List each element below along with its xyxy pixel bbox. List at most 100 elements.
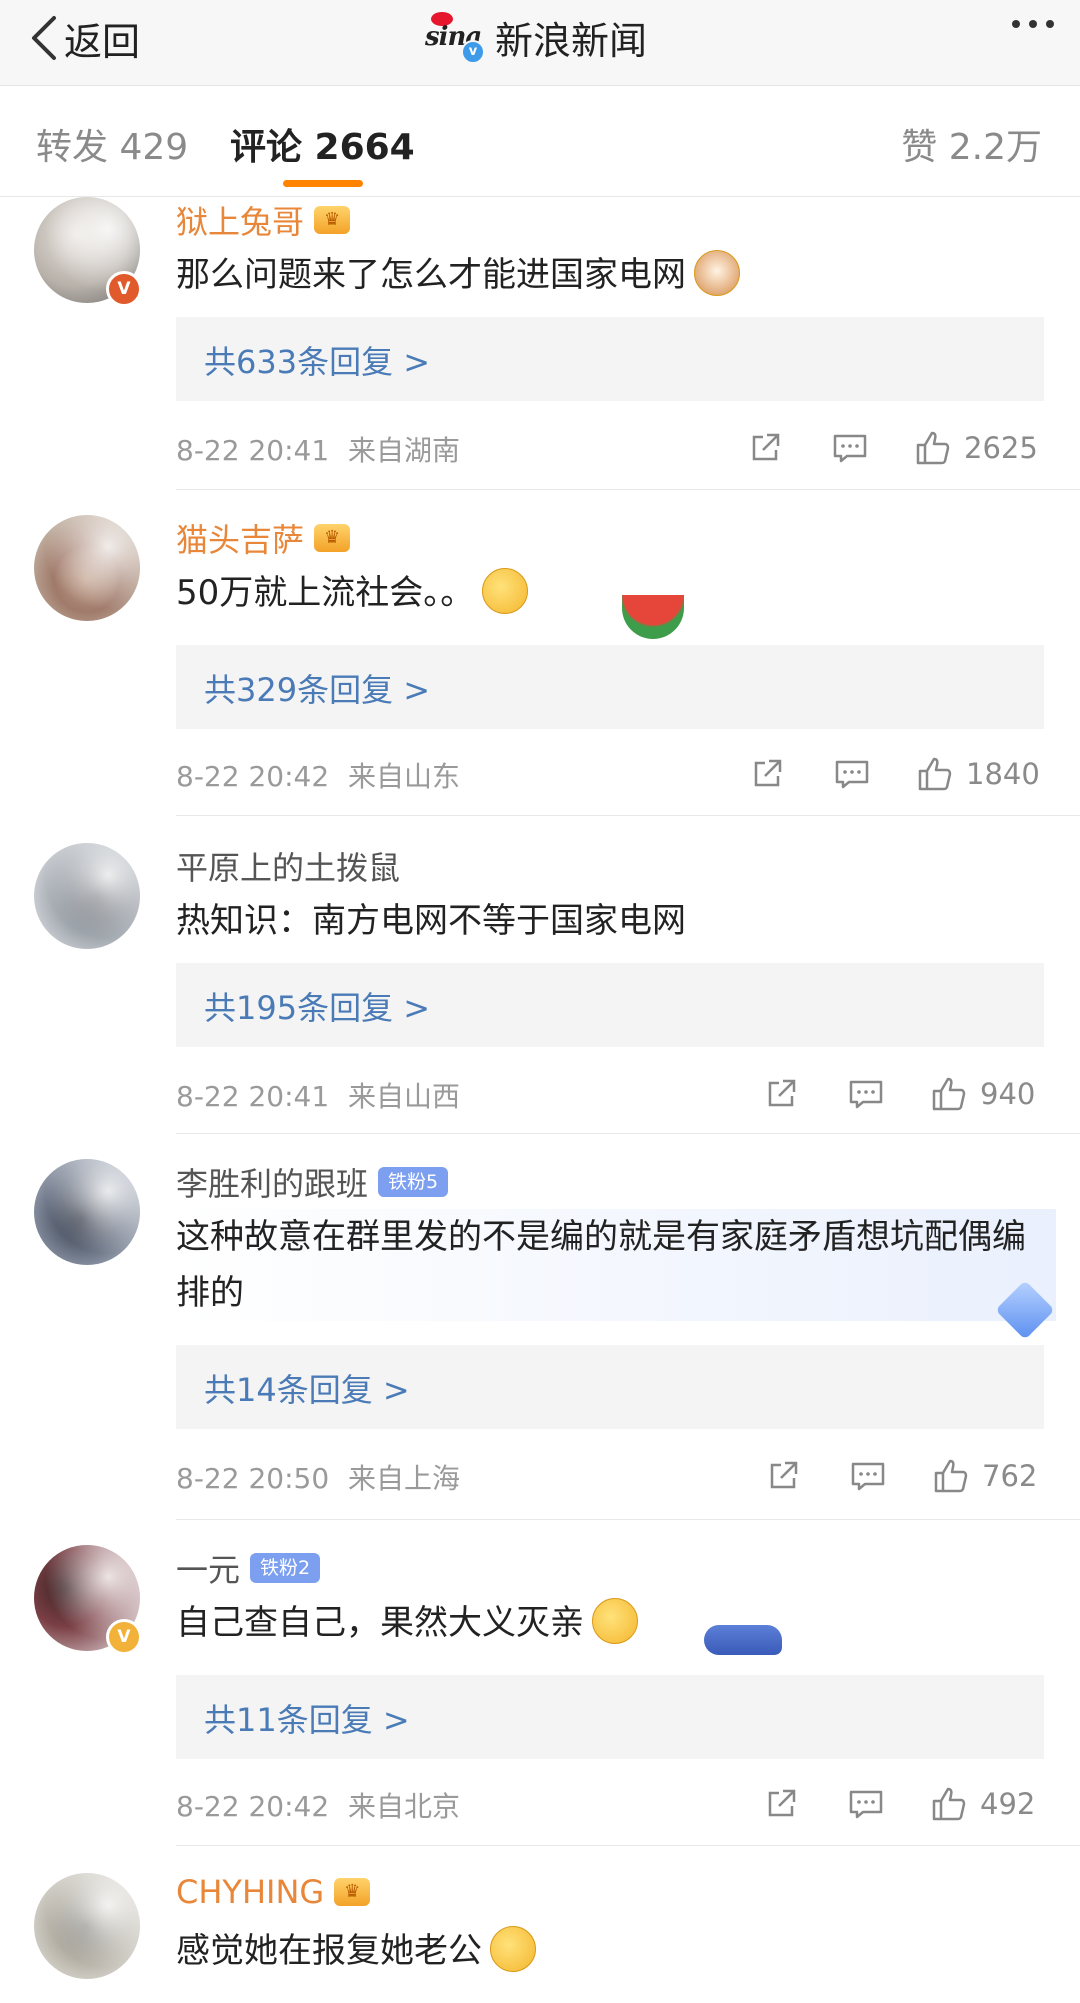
tab-comments[interactable]: 评论 2664 [230, 118, 415, 170]
share-icon [752, 433, 780, 461]
location: 来自湖南 [348, 434, 461, 467]
more-options-icon[interactable] [1012, 20, 1054, 28]
comment-icon [833, 434, 867, 463]
comment-meta: 8-22 20:42 来自北京 492 [176, 1785, 1044, 1831]
comment-button[interactable] [849, 1457, 887, 1495]
location: 来自上海 [348, 1462, 461, 1495]
divider [176, 1519, 1080, 1520]
avatar[interactable] [34, 843, 140, 949]
share-button[interactable] [762, 1785, 800, 1823]
crown-badge-icon: ♛ [314, 524, 351, 552]
share-button[interactable] [748, 755, 786, 793]
verified-badge-icon: V [106, 1619, 142, 1655]
comment-icon [849, 1080, 883, 1109]
avatar[interactable] [34, 515, 140, 621]
replies-label: 共633条回复 > [204, 343, 431, 381]
share-button[interactable] [762, 1075, 800, 1113]
laughing-tears-emoji-icon [592, 1597, 638, 1644]
comment-icon [849, 1790, 883, 1819]
like-button[interactable]: 940 [930, 1075, 1035, 1113]
sad-face-emoji-icon [490, 1925, 536, 1972]
replies-button[interactable]: 共329条回复 > [176, 645, 1044, 729]
username[interactable]: 猫头吉萨 ♛ [176, 515, 351, 561]
brand[interactable]: sina v 新浪新闻 [425, 6, 647, 68]
comment-text: 这种故意在群里发的不是编的就是有家庭矛盾想坑配偶编排的 [176, 1209, 1056, 1321]
comment-icon [835, 760, 869, 789]
active-tab-indicator [283, 180, 363, 187]
like-button[interactable]: 2625 [914, 429, 1038, 467]
cat-face-emoji-icon [694, 249, 740, 296]
replies-label: 共14条回复 > [204, 1371, 410, 1409]
whale-sticker-icon [704, 1625, 782, 1655]
timestamp: 8-22 20:41 [176, 1080, 330, 1113]
comment-text-body: 这种故意在群里发的不是编的就是有家庭矛盾想坑配偶编排的 [176, 1217, 1026, 1313]
username[interactable]: 李胜利的跟班 铁粉5 [176, 1159, 449, 1205]
like-count: 940 [980, 1077, 1036, 1111]
tab-bar: 转发 429 评论 2664 赞 2.2万 [0, 86, 1080, 197]
comment-button[interactable] [847, 1785, 885, 1823]
share-button[interactable] [746, 429, 784, 467]
divider [176, 1845, 1080, 1846]
back-button[interactable]: 返回 [26, 8, 140, 68]
comment-button[interactable] [847, 1075, 885, 1113]
share-icon [768, 1789, 796, 1817]
watermelon-sticker-icon [622, 595, 684, 639]
fan-badge: 铁粉2 [250, 1553, 321, 1583]
share-icon [754, 759, 782, 787]
divider [176, 489, 1080, 490]
share-icon [768, 1079, 796, 1107]
comment-text-body: 自己查自己，果然大义灭亲 [176, 1603, 584, 1643]
crown-badge-icon: ♛ [314, 206, 351, 234]
verified-badge-icon: V [106, 271, 142, 307]
avatar[interactable]: V [34, 197, 142, 307]
comment-meta: 8-22 20:41 来自湖南 2625 [176, 429, 1044, 475]
like-button[interactable]: 762 [932, 1457, 1037, 1495]
replies-button[interactable]: 共11条回复 > [176, 1675, 1044, 1759]
like-button[interactable]: 492 [930, 1785, 1035, 1823]
avatar[interactable]: V [34, 1545, 142, 1655]
replies-button[interactable]: 共195条回复 > [176, 963, 1044, 1047]
sina-logo: sina v [425, 8, 485, 66]
username[interactable]: 一元 铁粉2 [176, 1545, 321, 1591]
username-text: 平原上的土拨鼠 [176, 849, 401, 887]
divider [176, 815, 1080, 816]
replies-label: 共195条回复 > [204, 989, 431, 1027]
comment-text-body: 热知识：南方电网不等于国家电网 [176, 901, 686, 941]
avatar[interactable] [34, 1159, 140, 1265]
like-button[interactable]: 1840 [916, 755, 1040, 793]
crown-badge-icon: ♛ [334, 1878, 371, 1906]
comment-meta: 8-22 20:42 来自山东 1840 [176, 755, 1044, 801]
replies-label: 共11条回复 > [204, 1701, 410, 1739]
share-icon [770, 1461, 798, 1489]
replies-button[interactable]: 共14条回复 > [176, 1345, 1044, 1429]
verified-icon: v [461, 40, 485, 64]
comment-text: 感觉她在报复她老公 [176, 1923, 1036, 1979]
location: 来自山西 [348, 1080, 461, 1113]
comment-text-body: 50万就上流社会。。 [176, 573, 475, 613]
timestamp: 8-22 20:41 [176, 434, 330, 467]
username[interactable]: 狱上兔哥 ♛ [176, 197, 351, 243]
comment-text-body: 那么问题来了怎么才能进国家电网 [176, 255, 686, 295]
username-text: CHYHING [176, 1873, 325, 1911]
divider [176, 1133, 1080, 1134]
comment-text: 那么问题来了怎么才能进国家电网 [176, 247, 1036, 303]
comment-meta: 8-22 20:50 来自上海 762 [176, 1457, 1044, 1503]
thumbs-up-icon [932, 1787, 966, 1821]
replies-button[interactable]: 共633条回复 > [176, 317, 1044, 401]
comment-button[interactable] [831, 429, 869, 467]
timestamp: 8-22 20:42 [176, 760, 330, 793]
comment-text: 热知识：南方电网不等于国家电网 [176, 893, 1036, 949]
location: 来自山东 [348, 760, 461, 793]
avatar[interactable] [34, 1873, 140, 1979]
thumbs-up-icon [916, 431, 950, 465]
tab-likes[interactable]: 赞 2.2万 [901, 118, 1042, 170]
username[interactable]: 平原上的土拨鼠 [176, 843, 400, 889]
tab-repost[interactable]: 转发 429 [36, 118, 188, 170]
comment-text: 50万就上流社会。。 [176, 565, 1036, 621]
comment-text-body: 感觉她在报复她老公 [176, 1931, 482, 1971]
comment-button[interactable] [833, 755, 871, 793]
username[interactable]: CHYHING ♛ [176, 1873, 371, 1911]
share-button[interactable] [764, 1457, 802, 1495]
replies-label: 共329条回复 > [204, 671, 431, 709]
thumbs-up-icon [934, 1459, 968, 1493]
